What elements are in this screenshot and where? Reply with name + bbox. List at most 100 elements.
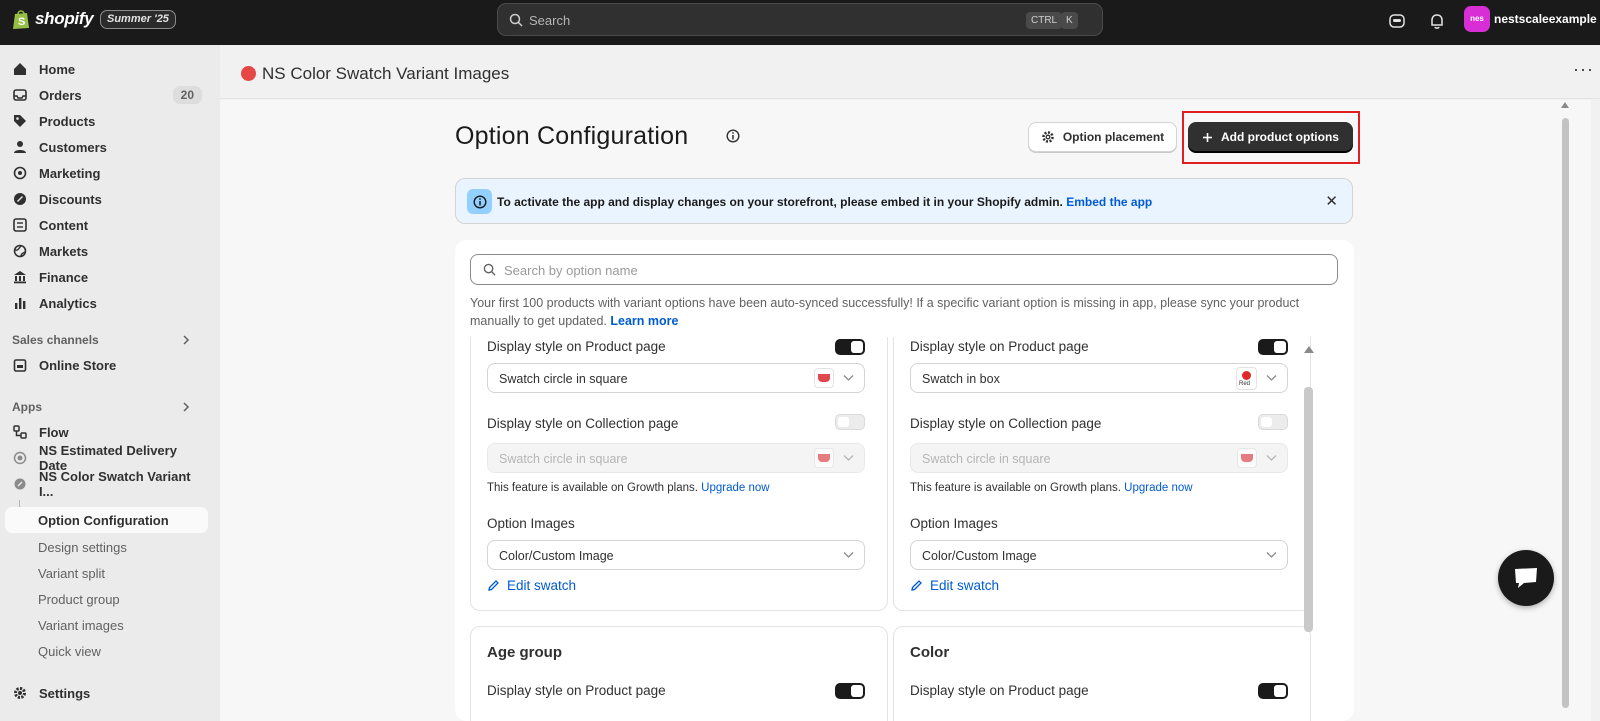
sidebar-item-label: Orders bbox=[39, 87, 82, 103]
shopify-logo[interactable]: S shopify bbox=[12, 8, 94, 30]
sidebar-item-finance[interactable]: Finance bbox=[12, 264, 208, 290]
sidebar-item-customers[interactable]: Customers bbox=[12, 134, 208, 160]
sidebar-subitem-label: Option Configuration bbox=[38, 513, 169, 528]
sidebar-subitem-variant-split[interactable]: Variant split bbox=[38, 566, 105, 581]
sidebar-item-online-store[interactable]: Online Store bbox=[12, 352, 208, 378]
product-page-toggle[interactable] bbox=[835, 683, 865, 699]
chevron-down-icon bbox=[843, 455, 854, 461]
sidebar-item-discounts[interactable]: Discounts bbox=[12, 186, 208, 212]
chevron-down-icon bbox=[1266, 375, 1277, 381]
sidebar-item-label: Customers bbox=[39, 139, 107, 155]
option-card-color: Color Display style on Product page bbox=[893, 626, 1311, 721]
avatar[interactable]: nes bbox=[1464, 6, 1490, 32]
apps-header[interactable]: Apps bbox=[12, 400, 42, 414]
chevron-down-icon bbox=[843, 552, 854, 558]
store-name[interactable]: nestscaleexample bbox=[1494, 12, 1597, 26]
product-page-style-label: Display style on Product page bbox=[487, 339, 666, 354]
gear-icon bbox=[1042, 131, 1054, 143]
product-page-toggle[interactable] bbox=[1258, 683, 1288, 699]
page-scrollbar[interactable] bbox=[1562, 118, 1569, 708]
product-page-style-label: Display style on Product page bbox=[910, 339, 1089, 354]
sidebar-item-content[interactable]: Content bbox=[12, 212, 208, 238]
swatch-preview: Red bbox=[1236, 367, 1257, 390]
info-icon[interactable] bbox=[726, 129, 740, 143]
bell-icon[interactable] bbox=[1428, 12, 1446, 30]
sales-channels-header[interactable]: Sales channels bbox=[12, 333, 99, 347]
product-page-toggle[interactable] bbox=[835, 339, 865, 355]
chevron-down-icon bbox=[1266, 552, 1277, 558]
option-search-input[interactable]: Search by option name bbox=[470, 254, 1338, 285]
select-value: Swatch circle in square bbox=[922, 452, 1051, 466]
product-page-style-select[interactable]: Swatch circle in square bbox=[487, 363, 865, 393]
info-icon bbox=[467, 189, 492, 214]
sidebar-subitem-quick-view[interactable]: Quick view bbox=[38, 644, 101, 659]
add-product-options-button[interactable]: Add product options bbox=[1188, 122, 1353, 152]
option-placement-label: Option placement bbox=[1062, 130, 1165, 144]
sidebar-subitem-design-settings[interactable]: Design settings bbox=[38, 540, 127, 555]
upgrade-now-link[interactable]: Upgrade now bbox=[701, 482, 769, 494]
pencil-icon bbox=[488, 580, 499, 591]
option-list: Display style on Product page Swatch cir… bbox=[455, 337, 1354, 721]
growth-plan-note: This feature is available on Growth plan… bbox=[910, 482, 1193, 494]
page-title: Option Configuration bbox=[455, 122, 689, 150]
more-options-icon[interactable]: ··· bbox=[1573, 59, 1594, 80]
sidebar-item-label: Markets bbox=[39, 243, 89, 259]
sidebar-item-label: Products bbox=[39, 113, 96, 129]
sidebar-item-markets[interactable]: Markets bbox=[12, 238, 208, 264]
sidebar-item-ns-delivery-date[interactable]: NS Estimated Delivery Date bbox=[12, 443, 208, 473]
product-page-toggle[interactable] bbox=[1258, 339, 1288, 355]
select-value: Swatch in box bbox=[922, 372, 1000, 386]
edit-swatch-button[interactable]: Edit swatch bbox=[487, 578, 576, 593]
option-images-label: Option Images bbox=[910, 516, 998, 531]
option-images-label: Option Images bbox=[487, 516, 575, 531]
collection-page-toggle[interactable] bbox=[1258, 414, 1288, 430]
search-icon bbox=[509, 13, 523, 27]
close-icon[interactable]: ✕ bbox=[1325, 192, 1338, 210]
top-bar: S shopify Summer '25 Search CTRL K nes n… bbox=[0, 0, 1600, 45]
page-scroll-up-icon[interactable] bbox=[1560, 100, 1570, 109]
option-images-select[interactable]: Color/Custom Image bbox=[487, 540, 865, 570]
sidebar-item-settings[interactable]: Settings bbox=[12, 680, 208, 706]
sidebar-item-marketing[interactable]: Marketing bbox=[12, 160, 208, 186]
sidebar-item-products[interactable]: Products bbox=[12, 108, 208, 134]
sidebar-item-label: Marketing bbox=[39, 165, 101, 181]
chevron-right-icon[interactable] bbox=[181, 335, 191, 345]
sidebar-item-flow[interactable]: Flow bbox=[12, 419, 208, 445]
sidebar-item-label: Online Store bbox=[39, 357, 117, 373]
global-search[interactable]: Search CTRL K bbox=[497, 3, 1103, 36]
chevron-right-icon[interactable] bbox=[181, 402, 191, 412]
svg-text:S: S bbox=[18, 16, 25, 28]
option-placement-button[interactable]: Option placement bbox=[1028, 122, 1177, 152]
sidebar-item-ns-color-swatch[interactable]: NS Color Swatch Variant I... bbox=[12, 469, 208, 499]
store-icon bbox=[12, 357, 28, 373]
learn-more-link[interactable]: Learn more bbox=[610, 314, 678, 328]
app-title: NS Color Swatch Variant Images bbox=[262, 64, 510, 83]
sidebar-subitem-variant-images[interactable]: Variant images bbox=[38, 618, 124, 633]
collection-page-toggle[interactable] bbox=[835, 414, 865, 430]
sidebar-item-orders[interactable]: Orders 20 bbox=[12, 82, 208, 108]
app-logo-icon bbox=[241, 66, 256, 81]
embed-app-link[interactable]: Embed the app bbox=[1066, 195, 1152, 209]
app-icon bbox=[12, 476, 28, 492]
upgrade-now-link[interactable]: Upgrade now bbox=[1124, 482, 1192, 494]
sidebar-item-home[interactable]: Home bbox=[12, 56, 208, 82]
option-card-age-group: Age group Display style on Product page bbox=[470, 626, 888, 721]
flow-icon bbox=[12, 424, 28, 440]
sidekick-icon[interactable] bbox=[1388, 12, 1406, 30]
orders-count-badge: 20 bbox=[172, 86, 202, 104]
scroll-up-icon[interactable] bbox=[1303, 344, 1315, 354]
product-page-style-label: Display style on Product page bbox=[910, 683, 1089, 698]
edition-badge[interactable]: Summer '25 bbox=[100, 10, 176, 29]
collection-page-style-label: Display style on Collection page bbox=[487, 416, 679, 431]
sidebar-item-analytics[interactable]: Analytics bbox=[12, 290, 208, 316]
pencil-icon bbox=[911, 580, 922, 591]
sidebar-subitem-product-group[interactable]: Product group bbox=[38, 592, 120, 607]
plus-icon bbox=[1203, 132, 1212, 142]
edit-swatch-label: Edit swatch bbox=[507, 578, 577, 593]
edit-swatch-button[interactable]: Edit swatch bbox=[910, 578, 999, 593]
sidebar-item-label: NS Color Swatch Variant I... bbox=[38, 469, 191, 499]
product-page-style-select[interactable]: Swatch in box Red bbox=[910, 363, 1288, 393]
inner-scrollbar[interactable] bbox=[1304, 387, 1313, 632]
option-images-select[interactable]: Color/Custom Image bbox=[910, 540, 1288, 570]
chat-button[interactable] bbox=[1498, 550, 1554, 606]
